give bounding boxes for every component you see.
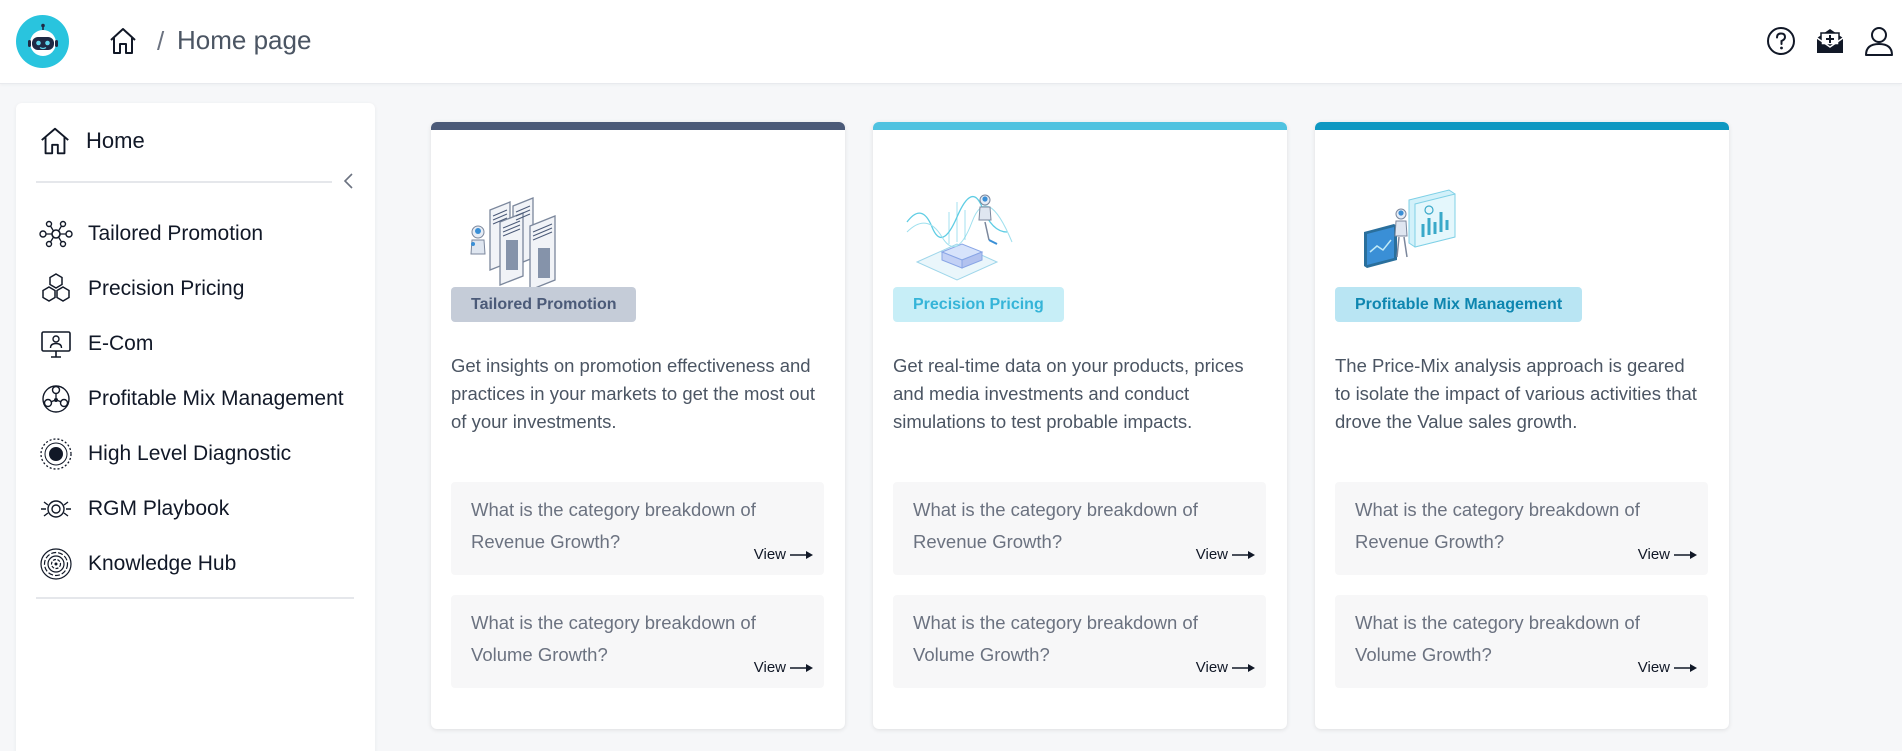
view-label: View — [1637, 659, 1670, 676]
breadcrumb-separator: / — [157, 26, 165, 56]
card-precision-pricing: Precision Pricing Get real-time data on … — [873, 122, 1287, 729]
card-profitable-mix-management: Profitable Mix Management The Price-Mix … — [1315, 122, 1729, 729]
view-label: View — [1195, 546, 1228, 563]
network-nodes-icon — [39, 220, 73, 247]
view-button[interactable]: View — [1638, 546, 1698, 563]
card-description: Get real-time data on your products, pri… — [893, 355, 1244, 432]
question-text: What is the category breakdown of Revenu… — [471, 499, 756, 552]
card-tag: Precision Pricing — [893, 287, 1064, 322]
view-button[interactable]: View — [1196, 546, 1256, 563]
sidebar-item-high-level-diagnostic[interactable]: High Level Diagnostic — [38, 426, 344, 481]
target-dot-icon — [40, 437, 72, 470]
view-label: View — [753, 659, 786, 676]
fingerprint-rings-icon — [40, 547, 72, 580]
top-bar: / Home page — [0, 0, 1902, 84]
view-label: View — [1637, 546, 1670, 563]
sidebar-nav-list: Tailored Promotion Precision Pricing E-C… — [38, 206, 344, 591]
notifications-mail-icon[interactable] — [1813, 24, 1847, 58]
sidebar-item-label: E-Com — [88, 331, 154, 355]
card-accent-bar — [873, 122, 1287, 130]
pricing-illustration-icon — [906, 194, 1013, 281]
sidebar-item-rgm-playbook[interactable]: RGM Playbook — [38, 481, 344, 536]
question-item[interactable]: What is the category breakdown of Revenu… — [893, 482, 1266, 575]
sidebar-item-precision-pricing[interactable]: Precision Pricing — [38, 261, 344, 316]
arrow-right-icon — [1232, 550, 1255, 559]
card-description: Get insights on promotion effectiveness … — [451, 355, 815, 432]
promotion-illustration-icon — [470, 197, 556, 287]
monitor-user-icon — [41, 330, 71, 358]
arrow-right-icon — [1674, 663, 1697, 672]
question-item[interactable]: What is the category breakdown of Volume… — [451, 595, 824, 688]
view-button[interactable]: View — [754, 659, 814, 676]
card-accent-bar — [1315, 122, 1729, 130]
question-text: What is the category breakdown of Volume… — [1355, 612, 1640, 665]
sidebar-home-label: Home — [86, 128, 145, 153]
sidebar: Home Tailored Promotion Precision Pricin… — [16, 103, 375, 751]
home-outline-icon — [41, 127, 69, 155]
mix-hub-icon — [42, 384, 70, 413]
sidebar-item-label: Profitable Mix Management — [88, 386, 344, 410]
collapse-sidebar-chevron-icon[interactable] — [338, 170, 360, 192]
view-label: View — [753, 546, 786, 563]
question-text: What is the category breakdown of Volume… — [913, 612, 1198, 665]
card-description: The Price-Mix analysis approach is geare… — [1335, 355, 1697, 432]
sidebar-item-label: Precision Pricing — [88, 276, 245, 300]
sidebar-item-profitable-mix-management[interactable]: Profitable Mix Management — [38, 371, 344, 426]
view-button[interactable]: View — [754, 546, 814, 563]
card-tag: Profitable Mix Management — [1335, 287, 1583, 322]
sidebar-item-label: Tailored Promotion — [88, 221, 264, 245]
arrow-right-icon — [790, 663, 813, 672]
view-label: View — [1195, 659, 1228, 676]
arrow-right-icon — [1232, 663, 1255, 672]
playbook-radar-icon — [41, 499, 71, 518]
question-text: What is the category breakdown of Revenu… — [1355, 499, 1640, 552]
sidebar-item-home[interactable]: Home — [38, 121, 145, 161]
question-item[interactable]: What is the category breakdown of Revenu… — [451, 482, 824, 575]
home-icon[interactable] — [108, 26, 138, 56]
sidebar-item-label: High Level Diagnostic — [88, 441, 292, 465]
sidebar-item-label: RGM Playbook — [88, 496, 230, 520]
user-profile-icon[interactable] — [1862, 24, 1896, 58]
card-tag: Tailored Promotion — [451, 287, 637, 322]
help-icon[interactable] — [1764, 24, 1798, 58]
sidebar-item-knowledge-hub[interactable]: Knowledge Hub — [38, 536, 344, 591]
card-accent-bar — [431, 122, 845, 130]
question-text: What is the category breakdown of Revenu… — [913, 499, 1198, 552]
breadcrumb-current-page: Home page — [177, 25, 312, 55]
sidebar-item-label: Knowledge Hub — [88, 551, 237, 575]
sidebar-divider — [36, 181, 332, 183]
hexagons-icon — [42, 272, 70, 302]
sidebar-divider — [36, 597, 354, 599]
arrow-right-icon — [790, 550, 813, 559]
mix-management-illustration-icon — [1364, 189, 1456, 268]
sidebar-item-tailored-promotion[interactable]: Tailored Promotion — [38, 206, 344, 261]
question-item[interactable]: What is the category breakdown of Volume… — [893, 595, 1266, 688]
arrow-right-icon — [1674, 550, 1697, 559]
robot-logo-icon[interactable] — [16, 15, 69, 68]
question-item[interactable]: What is the category breakdown of Volume… — [1335, 595, 1708, 688]
sidebar-item-e-com[interactable]: E-Com — [38, 316, 344, 371]
question-item[interactable]: What is the category breakdown of Revenu… — [1335, 482, 1708, 575]
question-text: What is the category breakdown of Volume… — [471, 612, 756, 665]
view-button[interactable]: View — [1196, 659, 1256, 676]
card-tailored-promotion: Tailored Promotion Get insights on promo… — [431, 122, 845, 729]
view-button[interactable]: View — [1638, 659, 1698, 676]
